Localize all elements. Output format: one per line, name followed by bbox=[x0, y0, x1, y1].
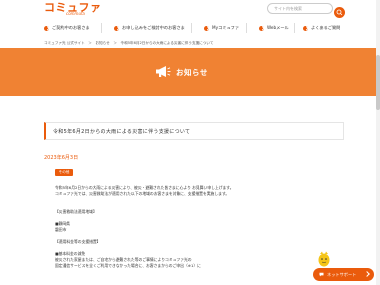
nav-label: Myコミュファ bbox=[212, 25, 240, 30]
article-title: 令和5年6月2日からの大雨による災害に伴う支援について bbox=[53, 129, 191, 135]
body-line: 固定通信サービスを全くご利用できなかった場合に、お客さまからのご申出（※1）に bbox=[55, 263, 201, 268]
nav-label: よくあるご質問 bbox=[311, 25, 341, 30]
body-line: 【災害救助法適用地域】 bbox=[55, 209, 97, 214]
body-line: コミュファ光では、災害救助法が適用された以下の地域のお客さまを対象に、支援措置を… bbox=[55, 191, 230, 196]
breadcrumb[interactable]: コミュファ光 公式サイト ＞ お知らせ ＞ 令和5年6月2日からの大雨による災害… bbox=[44, 41, 213, 46]
body-line: ■静岡県 bbox=[55, 221, 70, 226]
nav-item-my-commufa[interactable]: Myコミュファ bbox=[192, 23, 247, 33]
chevron-right-icon bbox=[259, 25, 264, 31]
body-line: 被災された家屋または、ご自宅から避難された等のご事情によりコミュファ光の bbox=[55, 257, 192, 262]
nav-item-webmail[interactable]: Webメール bbox=[247, 23, 295, 33]
megaphone-icon bbox=[156, 66, 171, 77]
body-line: 磐田市 bbox=[55, 227, 67, 232]
chevron-right-icon bbox=[364, 271, 370, 277]
page-title: お知らせ bbox=[176, 68, 208, 77]
main-nav: ご契約中のお客さま お申し込みをご検討中のお客さま Myコミュファ Webメール… bbox=[44, 23, 346, 33]
nav-label: お申し込みをご検討中のお客さま bbox=[122, 25, 185, 30]
chevron-right-icon bbox=[44, 25, 49, 31]
nav-label: ご契約中のお客さま bbox=[52, 25, 90, 30]
chat-icon bbox=[319, 272, 324, 277]
nav-item-faq[interactable]: よくあるご質問 bbox=[295, 23, 346, 33]
article-date: 2023年6月3日 bbox=[44, 155, 79, 161]
body-line: ■基本料金の減免 bbox=[55, 251, 86, 256]
category-badge: その他 bbox=[55, 169, 73, 176]
search-icon bbox=[334, 7, 345, 18]
chevron-right-icon bbox=[114, 25, 119, 31]
mascot-icon bbox=[318, 251, 330, 267]
scrollbar-thumb[interactable] bbox=[376, 55, 380, 110]
net-support-label: ネットサポート bbox=[327, 271, 357, 277]
nav-label: Webメール bbox=[267, 25, 289, 30]
search-button[interactable] bbox=[334, 3, 345, 18]
search-input[interactable]: サイト内を検索 bbox=[267, 3, 333, 14]
chevron-right-icon bbox=[303, 25, 308, 31]
body-line: 【適用料金等の支援措置】 bbox=[55, 239, 101, 244]
commufa-logo[interactable]: コミュファ commufa bbox=[44, 2, 102, 16]
chevron-right-icon bbox=[204, 25, 209, 31]
body-line: 令和5年6月2日からの大雨による災害により、被災・避難された皆さまに心より お見… bbox=[55, 185, 234, 190]
site-header: コミュファ commufa サイト内を検索 bbox=[0, 0, 380, 18]
net-support-button[interactable]: ネットサポート bbox=[313, 268, 374, 281]
nav-item-current-customers[interactable]: ご契約中のお客さま bbox=[44, 23, 102, 33]
nav-item-prospective-customers[interactable]: お申し込みをご検討中のお客さま bbox=[102, 23, 192, 33]
logo-subtext: commufa bbox=[66, 11, 85, 16]
scrollbar-track[interactable] bbox=[376, 0, 380, 285]
